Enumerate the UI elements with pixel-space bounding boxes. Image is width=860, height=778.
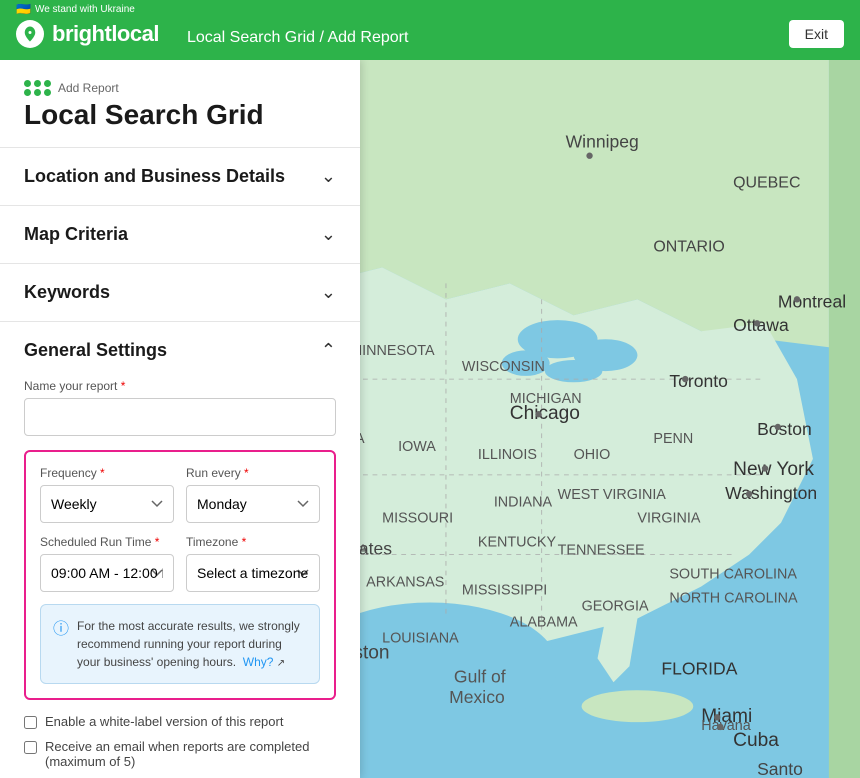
navbar: 🇺🇦 We stand with Ukraine brightlocal Loc… xyxy=(0,0,860,60)
svg-text:MICHIGAN: MICHIGAN xyxy=(510,391,582,407)
report-header: Add Report Local Search Grid xyxy=(0,60,360,148)
time-timezone-row: Scheduled Run Time * 09:00 AM - 12:00 PM… xyxy=(40,535,320,592)
scheduled-time-select[interactable]: 09:00 AM - 12:00 PM 12:00 PM - 03:00 PM … xyxy=(40,554,174,592)
svg-text:IOWA: IOWA xyxy=(398,439,436,455)
general-settings-section: General Settings ⌃ Name your report * Fr… xyxy=(0,322,360,778)
report-title: Local Search Grid xyxy=(24,100,336,131)
svg-text:WEST VIRGINIA: WEST VIRGINIA xyxy=(558,487,667,503)
dots-icon xyxy=(24,80,52,96)
svg-text:NORTH CAROLINA: NORTH CAROLINA xyxy=(669,590,798,606)
svg-text:FLORIDA: FLORIDA xyxy=(661,658,737,678)
frequency-select[interactable]: Weekly Daily Monthly xyxy=(40,485,174,523)
svg-text:Gulf of: Gulf of xyxy=(454,666,506,686)
map-criteria-section: Map Criteria ⌄ xyxy=(0,206,360,264)
info-icon: ⓘ xyxy=(53,618,69,671)
general-settings-chevron-icon: ⌃ xyxy=(321,340,336,361)
logo-text: brightlocal xyxy=(52,21,159,47)
ukraine-flag-icon: 🇺🇦 xyxy=(16,2,31,16)
breadcrumb: Local Search Grid / Add Report xyxy=(187,29,408,47)
map-criteria-title: Map Criteria xyxy=(24,224,128,245)
map-criteria-accordion-header[interactable]: Map Criteria ⌄ xyxy=(0,206,360,263)
svg-text:WISCONSIN: WISCONSIN xyxy=(462,359,545,375)
general-settings-accordion-header[interactable]: General Settings ⌃ xyxy=(0,322,360,379)
left-panel: Add Report Local Search Grid Location an… xyxy=(0,60,360,778)
svg-text:LOUISIANA: LOUISIANA xyxy=(382,630,459,646)
keywords-section: Keywords ⌄ xyxy=(0,264,360,322)
svg-text:TENNESSEE: TENNESSEE xyxy=(558,543,645,559)
white-label-text[interactable]: Enable a white-label version of this rep… xyxy=(45,714,283,729)
report-name-group: Name your report * xyxy=(24,379,336,436)
svg-text:ONTARIO: ONTARIO xyxy=(653,238,724,255)
timezone-select[interactable]: Select a timezone US/Eastern US/Central … xyxy=(186,554,320,592)
report-name-required: * xyxy=(121,379,126,393)
svg-text:PENN: PENN xyxy=(653,431,693,447)
svg-text:New York: New York xyxy=(733,459,814,480)
general-settings-content: Name your report * Frequency * Weekly xyxy=(0,379,360,778)
white-label-checkbox[interactable] xyxy=(24,716,37,729)
svg-text:INDIANA: INDIANA xyxy=(494,495,553,511)
svg-text:Boston: Boston xyxy=(757,419,812,439)
svg-text:MINNESOTA: MINNESOTA xyxy=(350,343,435,359)
run-every-col: Run every * Monday Tuesday Wednesday Thu… xyxy=(186,466,320,523)
svg-text:Santo: Santo xyxy=(757,759,803,778)
timezone-col: Timezone * Select a timezone US/Eastern … xyxy=(186,535,320,592)
keywords-accordion-header[interactable]: Keywords ⌄ xyxy=(0,264,360,321)
frequency-run-row: Frequency * Weekly Daily Monthly Run eve… xyxy=(40,466,320,523)
location-accordion-header[interactable]: Location and Business Details ⌄ xyxy=(0,148,360,205)
exit-button[interactable]: Exit xyxy=(789,20,844,48)
report-name-label: Name your report * xyxy=(24,379,336,393)
svg-text:Montreal: Montreal xyxy=(778,291,846,311)
add-report-label: Add Report xyxy=(24,80,336,96)
white-label-group: Enable a white-label version of this rep… xyxy=(24,714,336,729)
info-link[interactable]: Why? xyxy=(243,655,274,669)
run-every-select[interactable]: Monday Tuesday Wednesday Thursday Friday… xyxy=(186,485,320,523)
general-settings-title: General Settings xyxy=(24,340,167,361)
frequency-label: Frequency * xyxy=(40,466,174,480)
svg-text:Mexico: Mexico xyxy=(449,687,505,707)
location-section: Location and Business Details ⌄ xyxy=(0,148,360,206)
svg-text:KENTUCKY: KENTUCKY xyxy=(478,535,557,551)
svg-text:ILLINOIS: ILLINOIS xyxy=(478,447,537,463)
run-every-label: Run every * xyxy=(186,466,320,480)
svg-text:Washington: Washington xyxy=(725,483,817,503)
svg-text:Winnipeg: Winnipeg xyxy=(566,132,639,152)
svg-text:ALABAMA: ALABAMA xyxy=(510,614,578,630)
scheduled-time-label: Scheduled Run Time * xyxy=(40,535,174,549)
svg-text:MISSOURI: MISSOURI xyxy=(382,511,453,527)
info-text: For the most accurate results, we strong… xyxy=(77,617,307,671)
svg-text:SOUTH CAROLINA: SOUTH CAROLINA xyxy=(669,567,797,583)
svg-text:Havana: Havana xyxy=(701,718,751,734)
schedule-box: Frequency * Weekly Daily Monthly Run eve… xyxy=(24,450,336,700)
logo-icon xyxy=(16,20,44,48)
location-chevron-icon: ⌄ xyxy=(321,166,336,187)
info-box: ⓘ For the most accurate results, we stro… xyxy=(40,604,320,684)
svg-text:Ottawa: Ottawa xyxy=(733,315,789,335)
external-link-icon: ↗ xyxy=(277,658,285,669)
scheduled-time-col: Scheduled Run Time * 09:00 AM - 12:00 PM… xyxy=(40,535,174,592)
email-notify-text[interactable]: Receive an email when reports are comple… xyxy=(45,739,336,769)
svg-text:Toronto: Toronto xyxy=(669,371,728,391)
svg-text:GEORGIA: GEORGIA xyxy=(582,598,649,614)
keywords-chevron-icon: ⌄ xyxy=(321,282,336,303)
svg-text:MISSISSIPPI: MISSISSIPPI xyxy=(462,583,547,599)
logo-area: brightlocal Local Search Grid / Add Repo… xyxy=(16,20,408,48)
email-notify-checkbox[interactable] xyxy=(24,741,37,754)
keywords-title: Keywords xyxy=(24,282,110,303)
frequency-col: Frequency * Weekly Daily Monthly xyxy=(40,466,174,523)
timezone-label: Timezone * xyxy=(186,535,320,549)
ukraine-banner: 🇺🇦 We stand with Ukraine xyxy=(0,0,860,18)
location-title: Location and Business Details xyxy=(24,166,285,187)
svg-text:VIRGINIA: VIRGINIA xyxy=(637,511,700,527)
map-criteria-chevron-icon: ⌄ xyxy=(321,224,336,245)
svg-text:OHIO: OHIO xyxy=(574,447,611,463)
report-name-input[interactable] xyxy=(24,398,336,436)
svg-text:QUEBEC: QUEBEC xyxy=(733,175,800,192)
svg-text:ARKANSAS: ARKANSAS xyxy=(366,575,444,591)
email-notify-group: Receive an email when reports are comple… xyxy=(24,739,336,769)
ukraine-text: We stand with Ukraine xyxy=(35,4,135,15)
